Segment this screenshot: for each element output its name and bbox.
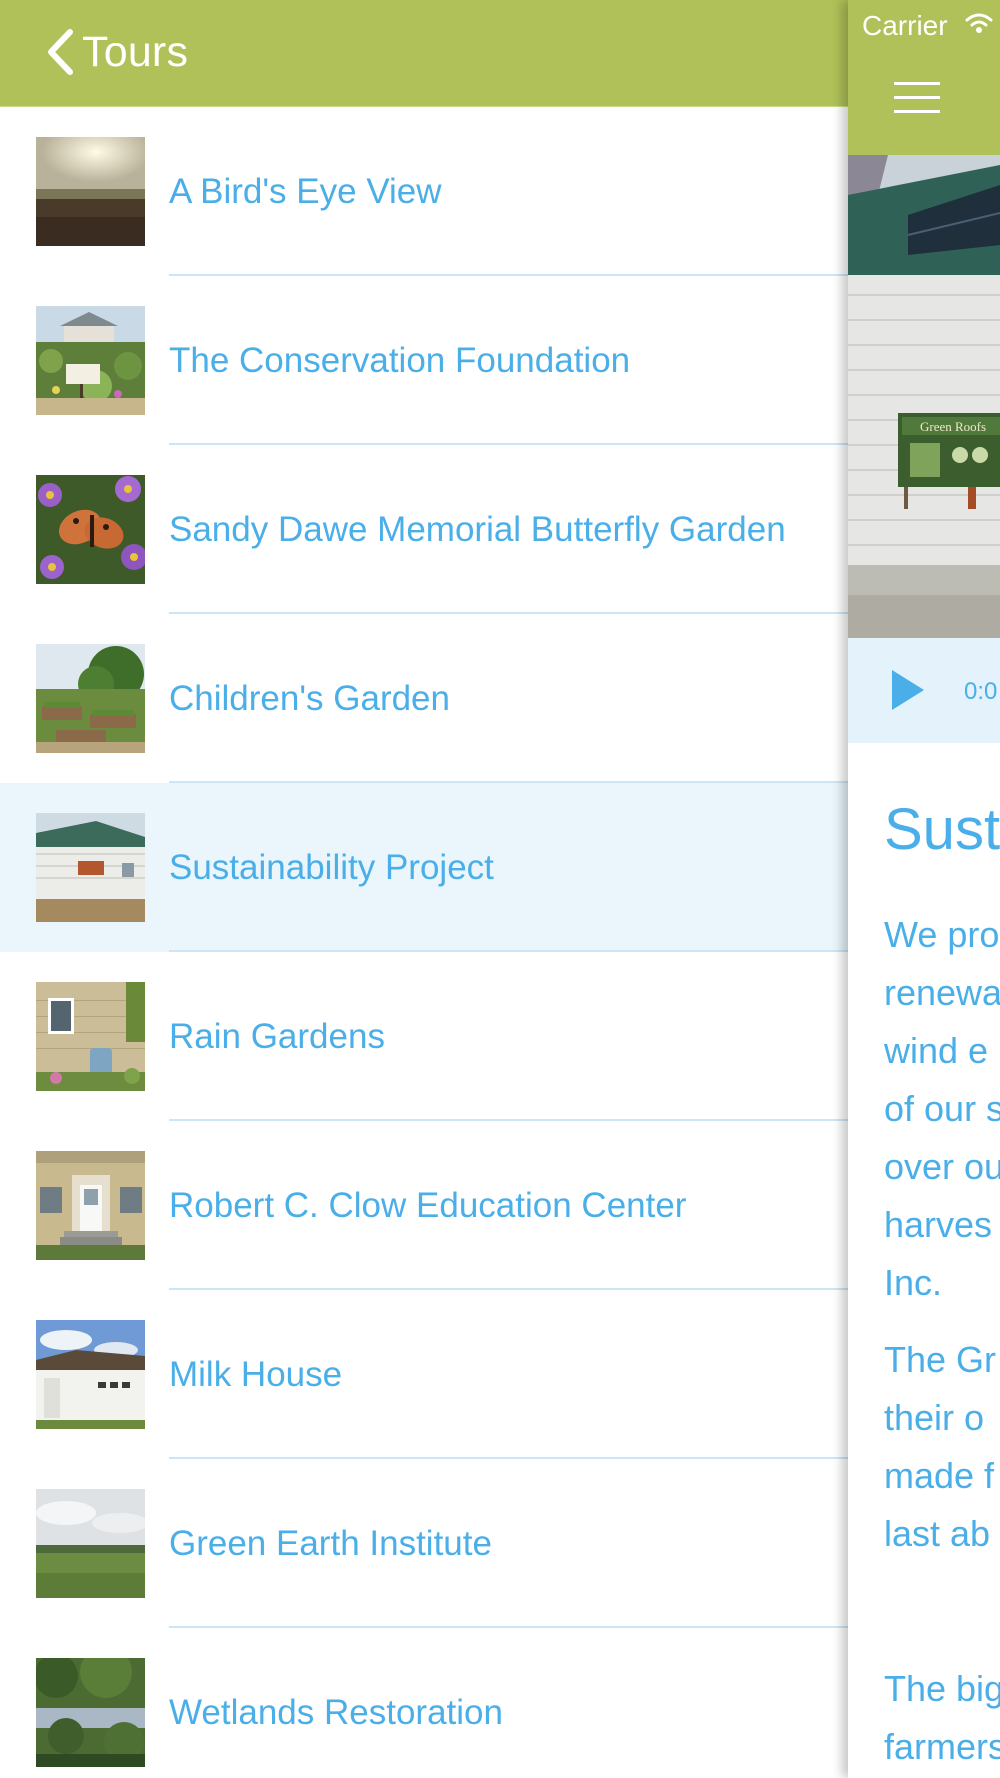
tour-title: A Bird's Eye View [169, 172, 442, 211]
tour-thumbnail [36, 644, 145, 753]
tour-row-rain-gardens[interactable]: Rain Gardens [0, 952, 848, 1121]
tour-title: Children's Garden [169, 679, 450, 718]
paragraph-line: over ou [884, 1146, 1000, 1187]
paragraph-line: made f [884, 1455, 995, 1496]
back-button[interactable]: Tours [46, 22, 188, 82]
hamburger-menu-icon[interactable] [894, 80, 942, 116]
audio-elapsed-time: 0:0 [964, 678, 998, 705]
tour-row-wetlands-restoration[interactable]: Wetlands Restoration [0, 1628, 848, 1778]
tour-thumbnail [36, 1151, 145, 1260]
description-paragraph: The Gr their o made f last ab [884, 1331, 1000, 1563]
tour-detail-pane: Carrier Green Roofs 0:0 Sust We pro rene… [848, 0, 1000, 1778]
paragraph-line: of our s [884, 1088, 1000, 1129]
tour-row-birds-eye-view[interactable]: A Bird's Eye View [0, 107, 848, 276]
tour-row-clow-education-center[interactable]: Robert C. Clow Education Center [0, 1121, 848, 1290]
tour-list: A Bird's Eye View The Conservation Found… [0, 107, 848, 1778]
tour-thumbnail [36, 1320, 145, 1429]
wifi-icon [964, 12, 994, 39]
paragraph-line: their o [884, 1397, 985, 1438]
tour-title: Wetlands Restoration [169, 1693, 503, 1732]
tour-thumbnail [36, 813, 145, 922]
tour-row-green-earth-institute[interactable]: Green Earth Institute [0, 1459, 848, 1628]
tour-thumbnail [36, 306, 145, 415]
description-paragraph: We pro renewa wind e of our s over ou ha… [884, 906, 1000, 1312]
paragraph-line: harves [884, 1204, 993, 1245]
sign-text: Green Roofs [920, 419, 986, 434]
tour-thumbnail [36, 1658, 145, 1767]
paragraph-line: wind e [884, 1030, 989, 1071]
paragraph-line: The big [884, 1668, 1000, 1709]
paragraph-line: renewa [884, 972, 1000, 1013]
description-paragraph: The big farmers [884, 1660, 1000, 1776]
tour-row-conservation-foundation[interactable]: The Conservation Foundation [0, 276, 848, 445]
paragraph-line: Inc. [884, 1262, 943, 1303]
tour-title: Robert C. Clow Education Center [169, 1186, 687, 1225]
audio-player: 0:0 [848, 638, 1000, 743]
tour-thumbnail [36, 475, 145, 584]
carrier-label: Carrier [862, 10, 948, 41]
tour-list-pane: Tours A Bird's Eye View The Conservation… [0, 0, 848, 1778]
tour-title: Green Earth Institute [169, 1524, 492, 1563]
tour-title: Rain Gardens [169, 1017, 385, 1056]
navigation-bar: Tours [0, 0, 848, 107]
tour-row-sustainability-project[interactable]: Sustainability Project [0, 783, 848, 952]
tour-thumbnail [36, 137, 145, 246]
paragraph-line: last ab [884, 1513, 991, 1554]
tour-hero-photo: Green Roofs [848, 155, 1000, 638]
tour-title: The Conservation Foundation [169, 341, 631, 380]
detail-header: Carrier [848, 0, 1000, 155]
detail-title: Susta [884, 797, 1000, 862]
tour-row-childrens-garden[interactable]: Children's Garden [0, 614, 848, 783]
paragraph-line: We pro [884, 914, 1000, 955]
back-button-label: Tours [82, 27, 189, 76]
tour-title: Sustainability Project [169, 848, 494, 887]
tour-title: Milk House [169, 1355, 343, 1394]
tour-row-butterfly-garden[interactable]: Sandy Dawe Memorial Butterfly Garden [0, 445, 848, 614]
paragraph-line: farmers [884, 1726, 1000, 1767]
tour-thumbnail [36, 1489, 145, 1598]
tour-row-milk-house[interactable]: Milk House [0, 1290, 848, 1459]
paragraph-line: The Gr [884, 1339, 997, 1380]
tour-title: Sandy Dawe Memorial Butterfly Garden [169, 510, 786, 549]
chevron-left-icon [46, 29, 74, 75]
tour-thumbnail [36, 982, 145, 1091]
play-icon[interactable] [890, 668, 926, 717]
